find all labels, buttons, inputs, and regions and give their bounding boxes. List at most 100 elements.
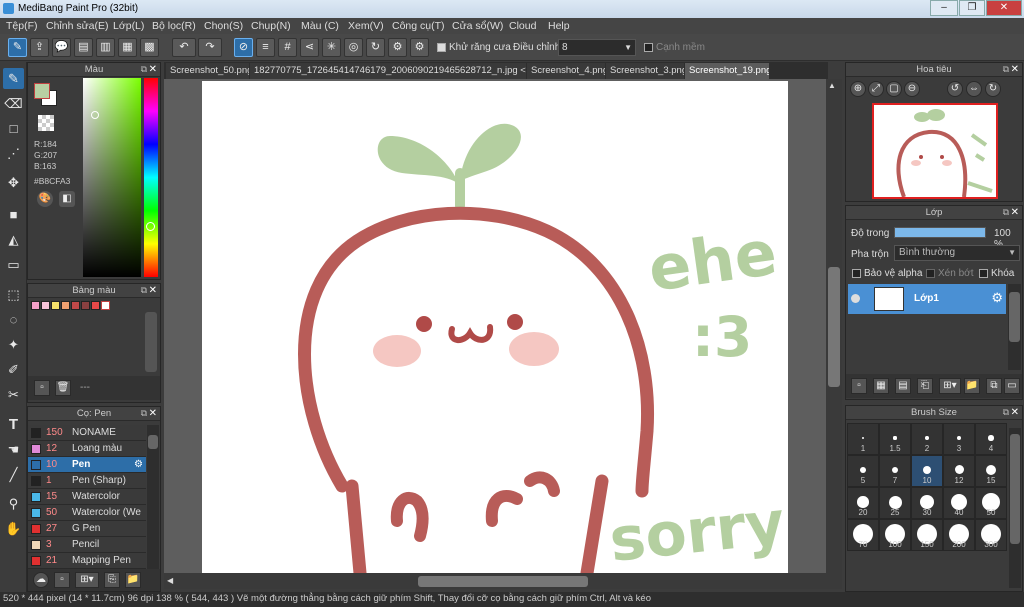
tab-screenshot-4[interactable]: Screenshot_4.png	[527, 63, 605, 79]
blend-mode-select[interactable]: Bình thường ▼	[894, 245, 1020, 261]
hue-cursor[interactable]	[146, 222, 155, 231]
select-pen-tool-icon[interactable]: ✐	[3, 359, 24, 380]
menu-window[interactable]: Cửa sổ(W)	[452, 20, 503, 32]
brush-settings-gear-icon[interactable]: ⚙	[134, 457, 143, 473]
palette-scrollbar[interactable]	[145, 312, 157, 372]
brush-size-option[interactable]: 150	[911, 519, 943, 551]
snap-off-icon[interactable]: ⊘	[234, 38, 253, 57]
folder-icon[interactable]: 📁	[125, 572, 141, 588]
layer-icon[interactable]: ▥	[96, 38, 115, 57]
zoom-out-icon[interactable]: ⊖	[904, 81, 920, 97]
canvas-horizontal-scrollbar[interactable]: ◀	[164, 573, 842, 589]
brush-item[interactable]: 50 Watercolor (We	[28, 505, 146, 521]
popout-icon[interactable]: ⧉	[1003, 206, 1009, 219]
new-1bit-layer-icon[interactable]: ▤	[895, 378, 911, 394]
brush-tool-icon[interactable]: ✎	[3, 68, 24, 89]
tab-jpg-c2[interactable]: 182770775_172645414746179_20060902194656…	[250, 63, 526, 79]
palette-swatch[interactable]	[61, 301, 70, 310]
close-icon[interactable]: ✕	[1011, 63, 1019, 76]
soft-edge-checkbox[interactable]: Cạnh mềm	[644, 42, 705, 53]
menu-edit[interactable]: Chỉnh sửa(E)	[46, 20, 108, 32]
trash-icon[interactable]: 🗑	[55, 380, 71, 396]
palette-swatch[interactable]	[41, 301, 50, 310]
rotate-right-icon[interactable]: ↻	[985, 81, 1001, 97]
menu-capture[interactable]: Chụp(N)	[251, 20, 291, 32]
zoom-actual-icon[interactable]: ▢	[886, 81, 902, 97]
fill-rect-tool-icon[interactable]: ■	[3, 204, 24, 225]
new-layer-icon[interactable]: ▫	[851, 378, 867, 394]
chat-icon[interactable]: ▤	[74, 38, 93, 57]
palette-swatch[interactable]	[31, 301, 40, 310]
popout-icon[interactable]: ⧉	[141, 407, 147, 420]
brush-item[interactable]: 27 G Pen	[28, 521, 146, 537]
scroll-left-icon[interactable]: ◀	[167, 576, 173, 585]
curve-snap-icon[interactable]: ↻	[366, 38, 385, 57]
canvas-vertical-scrollbar[interactable]: ▲	[826, 79, 842, 573]
lasso-tool-icon[interactable]: ◌	[3, 309, 24, 330]
scroll-up-icon[interactable]: ▲	[828, 81, 836, 90]
gear-icon[interactable]: ⚙	[410, 38, 429, 57]
brush-size-option[interactable]: 40	[943, 487, 975, 519]
minimize-button[interactable]: –	[930, 0, 958, 16]
close-icon[interactable]: ✕	[1011, 206, 1019, 219]
comment-icon[interactable]: 💬	[52, 38, 71, 57]
share-icon[interactable]: ⇪	[30, 38, 49, 57]
popout-icon[interactable]: ⧉	[141, 284, 147, 297]
brush-item[interactable]: 12 Loang màu	[28, 441, 146, 457]
opacity-slider[interactable]	[894, 227, 986, 238]
eraser-tool-icon[interactable]: ⌫	[3, 93, 24, 114]
layer-list-scrollbar[interactable]	[1008, 284, 1021, 370]
copy-brush-icon[interactable]: ⎘	[104, 572, 120, 588]
protect-alpha-checkbox[interactable]: Bảo vệ alpha	[852, 268, 922, 279]
shape-tool-icon[interactable]: □	[3, 118, 24, 139]
import-layer-icon[interactable]: ⎗	[917, 378, 933, 394]
brush-size-option[interactable]: 1.5	[879, 423, 911, 455]
brush-size-option[interactable]: 15	[975, 455, 1007, 487]
brush-size-option[interactable]: 20	[847, 487, 879, 519]
menu-filter[interactable]: Bộ lọc(R)	[152, 20, 196, 32]
cross-snap-icon[interactable]: #	[278, 38, 297, 57]
dot-tool-icon[interactable]: ⋰	[3, 143, 24, 164]
brush-size-option[interactable]: 30	[911, 487, 943, 519]
radial-snap-icon[interactable]: ✳	[322, 38, 341, 57]
menu-color[interactable]: Màu (C)	[301, 20, 339, 32]
popout-icon[interactable]: ⧉	[1003, 63, 1009, 76]
panel-icon[interactable]: ▦	[118, 38, 137, 57]
eyedropper-tool-icon[interactable]: ⚲	[3, 493, 24, 514]
delete-layer-icon[interactable]: ▭	[1004, 378, 1020, 394]
new-halftone-layer-icon[interactable]: ▦	[873, 378, 889, 394]
rotate-left-icon[interactable]: ↺	[947, 81, 963, 97]
layer-scroll-thumb[interactable]	[1009, 292, 1020, 342]
brush-item[interactable]: 15 Watercolor	[28, 489, 146, 505]
circle-snap-icon[interactable]: ◎	[344, 38, 363, 57]
brush-size-option[interactable]: 10	[911, 455, 943, 487]
select-rect-tool-icon[interactable]: ⬚	[3, 284, 24, 305]
close-icon[interactable]: ✕	[149, 63, 157, 76]
brush-item[interactable]: 1 Pen (Sharp)	[28, 473, 146, 489]
popout-icon[interactable]: ⧉	[141, 63, 147, 76]
canvas-area[interactable]: ehe :3 sorry	[164, 79, 826, 573]
hand-tool-icon[interactable]: ✋	[3, 518, 24, 539]
palette-edit-icon[interactable]: ◧	[59, 191, 75, 207]
layer-row-selected[interactable]: Lớp1 ⚙	[848, 284, 1006, 314]
parallel-snap-icon[interactable]: ≡	[256, 38, 275, 57]
palette-swatch[interactable]	[91, 301, 100, 310]
palette-swatch[interactable]	[81, 301, 90, 310]
brush-list-scrollbar[interactable]	[147, 425, 159, 569]
menu-select[interactable]: Chọn(S)	[204, 20, 243, 32]
brush-item-selected[interactable]: 10 Pen ⚙	[28, 457, 146, 473]
vanishing-snap-icon[interactable]: ⋖	[300, 38, 319, 57]
brush-size-option[interactable]: 100	[879, 519, 911, 551]
brush-size-option[interactable]: 25	[879, 487, 911, 519]
brush-item[interactable]: 3 Pencil	[28, 537, 146, 553]
lock-checkbox[interactable]: Khóa	[979, 268, 1014, 279]
menu-cloud[interactable]: Cloud	[509, 20, 536, 32]
move-tool-icon[interactable]: ✥	[3, 172, 24, 193]
menu-view[interactable]: Xem(V)	[348, 20, 384, 32]
saturation-value-picker[interactable]	[83, 78, 141, 277]
antialias-checkbox[interactable]: Khử răng cưa	[437, 42, 511, 53]
palette-add-icon[interactable]: 🎨	[37, 191, 53, 207]
brush-size-option[interactable]: 12	[943, 455, 975, 487]
divide-tool-icon[interactable]: ╱	[3, 464, 24, 485]
brush-size-option[interactable]: 300	[975, 519, 1007, 551]
